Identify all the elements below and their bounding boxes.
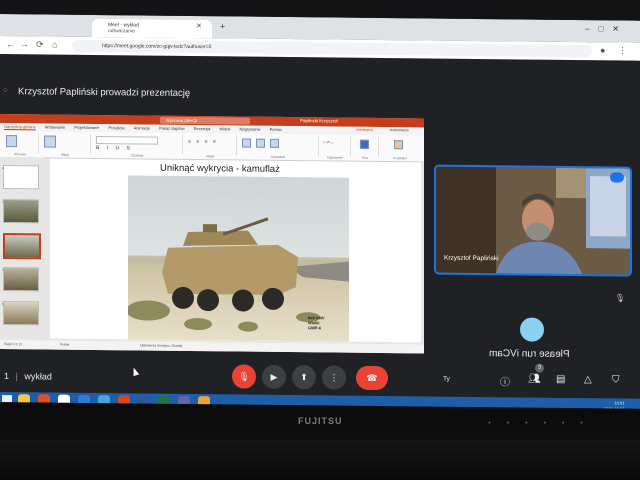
ppt-menu-item[interactable]: Animacje <box>134 124 150 132</box>
chat-icon[interactable]: ▤ <box>556 374 565 385</box>
slide-thumbnail-selected[interactable]: 4 <box>3 233 41 260</box>
more-vert-icon: ⋮ <box>329 372 339 383</box>
mic-off-icon: 🎙︎ <box>615 293 626 303</box>
system-clock[interactable]: 10:01 2021-02-27 <box>604 400 624 408</box>
meeting-name-text: wykład <box>24 371 52 382</box>
ribbon-group-slides: Slajdy <box>40 133 91 157</box>
language: Polski <box>60 342 70 347</box>
ivcam-message: Please run iVCam <box>489 348 570 360</box>
hangup-icon: ☎ <box>366 372 378 383</box>
photo-caption: 8x8 AMV Wielki GWP-6 <box>308 315 325 330</box>
arrange-icon[interactable] <box>256 138 265 148</box>
leave-call-button[interactable]: ☎ <box>356 365 388 391</box>
camera-toggle-button[interactable]: ▶ <box>262 364 286 389</box>
font-select[interactable] <box>96 136 158 145</box>
meeting-number: 1 <box>4 371 10 382</box>
ppt-menu-item[interactable]: Widok <box>219 125 230 133</box>
present-icon: ⁘ <box>2 86 9 96</box>
camera-icon: ▶ <box>270 371 278 382</box>
slide-thumbnail[interactable]: 2 <box>2 165 39 190</box>
ppt-search-placeholder: Wyszukaj (Alt+Q) <box>166 117 197 124</box>
present-screen-icon: ⬆ <box>300 372 308 383</box>
ribbon-group-paragraph: ≡ ≡ ≡ ≡ Akapit <box>184 134 237 158</box>
slide-thumbnail[interactable]: 5 <box>2 267 39 292</box>
close-tab-icon[interactable]: ✕ <box>196 22 202 30</box>
meeting-details-icon[interactable]: ⓘ <box>500 373 510 388</box>
ppt-comments-button[interactable]: Komentarze <box>390 128 409 132</box>
new-tab-button[interactable]: + <box>220 21 225 31</box>
ppt-search[interactable]: Wyszukaj (Alt+Q) <box>160 116 250 125</box>
paste-icon[interactable] <box>6 135 17 148</box>
participant-name: Krzysztof Papliński <box>444 254 499 263</box>
ppt-share-button[interactable]: Udostępnij <box>356 128 373 132</box>
slide-title: Uniknąć wykrycia - kamuflaż <box>160 162 280 175</box>
accessibility[interactable]: Ułatwienia dostępu: Zbadaj <box>140 341 182 350</box>
clock-date: 2021-02-27 <box>604 406 624 408</box>
webcam-icon <box>520 317 544 342</box>
ppt-menu-item[interactable]: Pomoc <box>270 126 282 134</box>
mic-off-icon: 🎙︎ <box>238 371 250 382</box>
more-options-button[interactable]: ⋮ <box>322 365 346 390</box>
activities-icon[interactable]: △ <box>584 374 592 385</box>
profile-icon[interactable]: ● <box>600 45 605 55</box>
quick-styles-icon[interactable] <box>270 138 279 148</box>
ribbon-group-clipboard: Schowek <box>2 133 39 156</box>
ppt-menu-item[interactable]: Wstawianie <box>45 123 65 131</box>
url-text: https://meet.google.com/zc-gqjv-ledc?aut… <box>102 43 212 51</box>
clock-time: 10:01 <box>614 400 625 406</box>
shared-screen: Wyszukaj (Alt+Q) Paplinski Krzysztof Nar… <box>0 114 424 354</box>
dictate-icon[interactable] <box>360 139 369 149</box>
new-slide-icon[interactable] <box>44 135 56 148</box>
present-button[interactable]: ⬆ <box>292 365 316 390</box>
audio-indicator-icon <box>610 172 624 183</box>
slide-thumbnail[interactable]: 6 <box>2 301 39 326</box>
participant-video-tile[interactable]: Krzysztof Papliński <box>434 164 632 277</box>
meeting-title[interactable]: 1 | wykład <box>4 371 52 382</box>
browser-tab[interactable]: Meet - wykład odtwarzanie <box>92 18 212 39</box>
desk <box>0 440 640 480</box>
ppt-status-bar: Slajd 4 z 11 Polski Ułatwienia dostępu: … <box>0 340 424 354</box>
menu-icon[interactable]: ⋮ <box>618 45 627 56</box>
ribbon-group-designer: Projektant <box>380 137 420 160</box>
mic-toggle-button[interactable]: 🎙︎ <box>232 364 256 389</box>
shapes-icon[interactable] <box>242 138 251 148</box>
slide-canvas[interactable]: Uniknąć wykrycia - kamuflaż 8x8 AMV Wiel… <box>50 158 421 343</box>
meet-area: ⁘ Krzysztof Papliński prowadzi prezentac… <box>0 54 640 409</box>
home-icon[interactable]: ⌂ <box>52 40 57 50</box>
slide-thumbnail[interactable]: 3 <box>2 199 39 224</box>
people-icon[interactable]: 👥︎ <box>528 374 541 385</box>
ppt-user: Paplinski Krzysztof <box>300 118 338 124</box>
ribbon-group-voice: Głos <box>352 136 379 160</box>
find-icon[interactable]: ⌕ ⇄ ▭ <box>323 139 334 144</box>
monitor-brand-logo: FUJITSU <box>298 416 343 426</box>
ribbon-group-editing: ⌕ ⇄ ▭ Edytowanie <box>320 136 351 160</box>
paragraph-icons[interactable]: ≡ ≡ ≡ ≡ <box>188 139 218 145</box>
ribbon-group-drawing: Rysowanie <box>238 135 319 159</box>
forward-icon[interactable]: → <box>20 39 29 49</box>
reload-icon[interactable]: ⟳ <box>36 39 44 50</box>
font-format-icons[interactable]: B I U S <box>96 145 133 151</box>
ppt-menu-item[interactable]: Nagrywanie <box>239 126 260 134</box>
caption-line: GWP-6 <box>308 325 322 331</box>
ppt-menu-item[interactable]: Pokaz slajdów <box>159 125 185 133</box>
slide-photo: 8x8 AMV Wielki GWP-6 <box>128 175 349 342</box>
back-icon[interactable]: ← <box>6 39 15 49</box>
self-tile-label: Ty <box>443 375 450 383</box>
ppt-menu-item[interactable]: Projektowanie <box>74 124 99 132</box>
ribbon-group-font: B I U S Czcionka <box>92 133 183 157</box>
slide-thumbnails: 2 3 4 5 6 <box>0 157 44 341</box>
host-controls-icon[interactable]: ⛉ <box>612 374 620 385</box>
designer-icon[interactable] <box>394 140 403 150</box>
ppt-menu-item[interactable]: Przejścia <box>108 124 124 132</box>
slide-counter: Slajd 4 z 11 <box>4 342 23 347</box>
people-count-badge: 3 <box>535 363 544 373</box>
window-controls[interactable]: –□✕ <box>585 24 628 33</box>
presenter-title: Krzysztof Papliński prowadzi prezentację <box>18 86 191 99</box>
screen: Meet - wykład odtwarzanie ✕ + –□✕ ← → ⟳ … <box>0 14 640 409</box>
monitor-buttons: ● ● ● ● ● ● <box>488 420 591 426</box>
ppt-menu-item[interactable]: Recenzja <box>194 125 211 133</box>
